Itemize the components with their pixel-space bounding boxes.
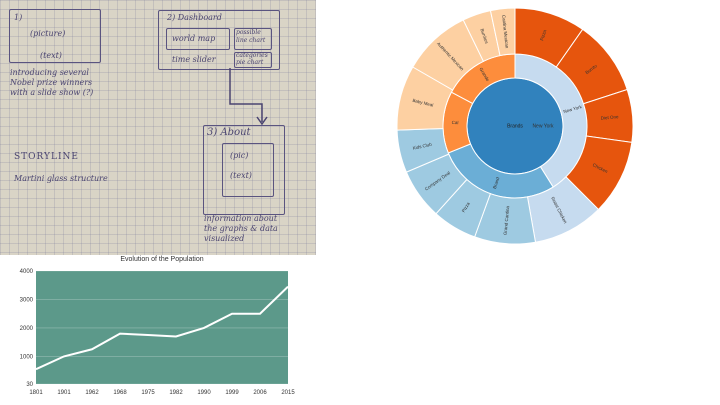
sketch-photo: 1) (picture) (text) introducing several … xyxy=(0,0,316,255)
sunburst-middle-label: Cal xyxy=(452,120,459,125)
sketch-martini: Martini glass structure xyxy=(14,174,108,183)
sketch-time-slider: time slider xyxy=(172,55,216,64)
x-tick-label: 1982 xyxy=(169,390,183,396)
sketch-box1-text: (text) xyxy=(40,51,62,60)
x-tick-label: 1962 xyxy=(85,390,99,396)
sketch-box1-number: 1) xyxy=(14,13,23,22)
sunburst-inner-label: New York xyxy=(532,123,554,129)
sketch-pie-chart: categories pie chart xyxy=(236,52,268,66)
x-tick-label: 1968 xyxy=(113,390,127,396)
y-tick-label: 3000 xyxy=(20,297,34,303)
sunburst-chart: New YorkNew YorkBrandCalGrandePizzaBurri… xyxy=(396,7,634,245)
x-tick-label: 1801 xyxy=(29,390,43,396)
y-tick-label: 2000 xyxy=(20,326,34,332)
sketch-about-pic: (pic) xyxy=(230,151,249,160)
sketch-arrow xyxy=(229,68,268,126)
x-tick-label: 1901 xyxy=(57,390,71,396)
sketch-about-text: (text) xyxy=(230,171,252,180)
sketch-intro-text: introducing several Nobel prize winners … xyxy=(10,68,94,97)
sketch-line-chart: possible line chart xyxy=(236,29,266,44)
sketch-about-info: information about the graphs & data visu… xyxy=(204,214,278,243)
population-line-chart: Evolution of the Population 30 1000 2000 30… xyxy=(20,256,296,396)
sunburst-center-label: Brands xyxy=(507,123,523,129)
x-tick-label: 2015 xyxy=(281,390,295,396)
y-tick-label: 4000 xyxy=(20,269,34,275)
x-tick-label: 2006 xyxy=(253,390,267,396)
sketch-storyline: STORYLINE xyxy=(14,152,79,162)
chart-title: Evolution of the Population xyxy=(120,256,203,263)
y-tick-label: 1000 xyxy=(20,354,34,360)
sketch-world-map: world map xyxy=(172,34,216,43)
y-tick-label: 30 xyxy=(26,382,33,388)
x-tick-label: 1990 xyxy=(197,390,211,396)
plot-area xyxy=(36,271,288,384)
sketch-box1-picture: (picture) xyxy=(30,29,66,38)
x-tick-label: 1975 xyxy=(141,390,155,396)
sketch-dashboard-title: 2) Dashboard xyxy=(167,13,222,22)
sketch-about-title: 3) About xyxy=(207,127,251,138)
x-tick-label: 1999 xyxy=(225,390,239,396)
